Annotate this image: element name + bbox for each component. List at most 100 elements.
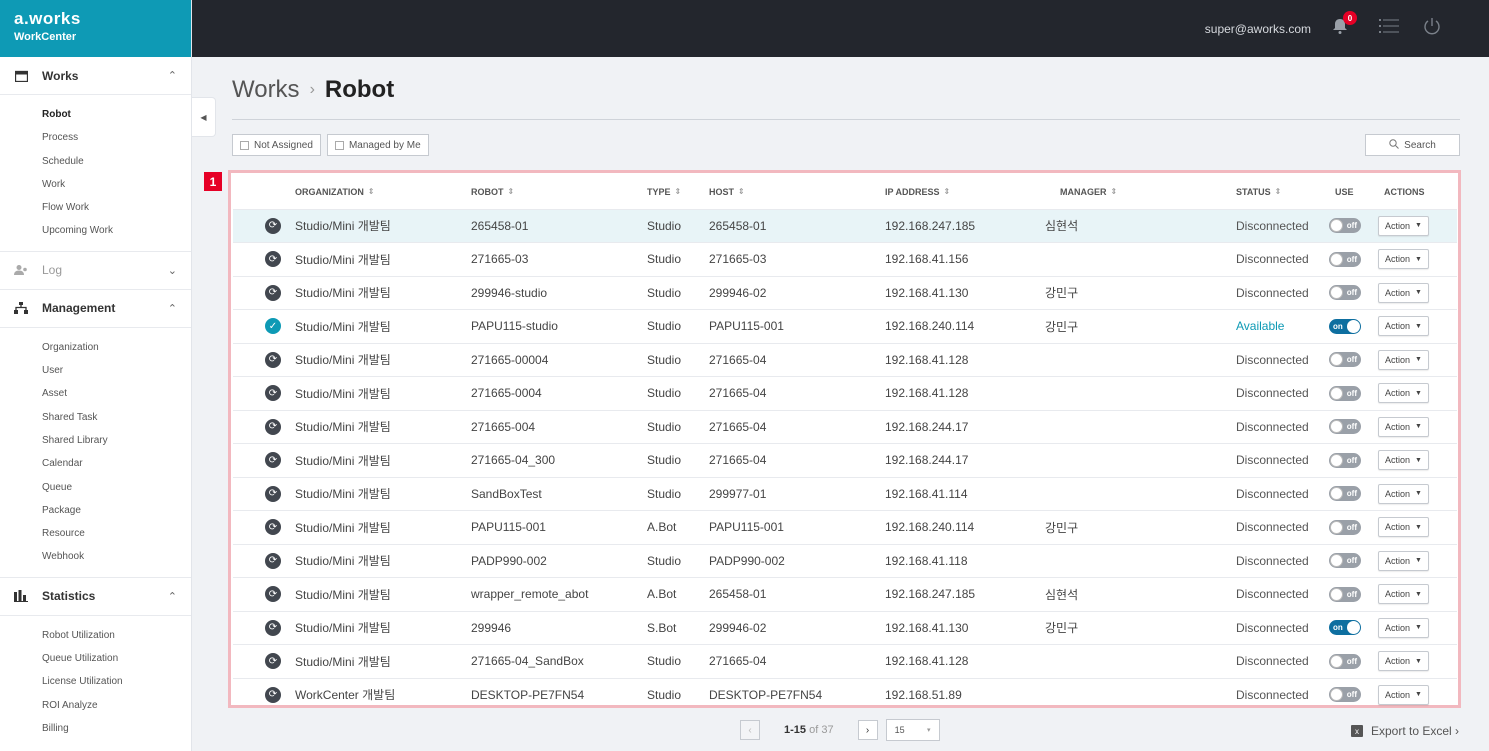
status-icon-cell: ⟳: [265, 377, 281, 410]
header-status[interactable]: STATUS ⇕: [1236, 175, 1281, 209]
sidebar-item[interactable]: Queue Utilization: [0, 647, 191, 670]
action-dropdown-button[interactable]: Action ▼: [1378, 316, 1429, 337]
action-dropdown-button[interactable]: Action ▼: [1378, 550, 1429, 571]
action-dropdown-button[interactable]: Action ▼: [1378, 617, 1429, 638]
header-robot[interactable]: ROBOT ⇕: [471, 175, 514, 209]
use-toggle[interactable]: off: [1329, 218, 1361, 234]
checkbox[interactable]: [240, 140, 249, 150]
use-toggle[interactable]: off: [1329, 519, 1361, 535]
use-toggle[interactable]: off: [1329, 352, 1361, 368]
use-toggle[interactable]: off: [1329, 653, 1361, 669]
table-row[interactable]: ⟳ Studio/Mini 개발팀 SandBoxTest Studio 299977-…: [233, 476, 1457, 511]
sidebar-item[interactable]: Robot Utilization: [0, 624, 191, 647]
use-toggle[interactable]: off: [1329, 285, 1361, 301]
sidebar-item[interactable]: Schedule: [0, 150, 191, 173]
sidebar-item[interactable]: Resource: [0, 522, 191, 545]
action-dropdown-button[interactable]: Action ▼: [1378, 684, 1429, 705]
sidebar-item[interactable]: Process: [0, 126, 191, 149]
not-assigned-filter[interactable]: Not Assigned: [232, 134, 321, 156]
header-host[interactable]: HOST ⇕: [709, 175, 745, 209]
table-row[interactable]: ⟳ Studio/Mini 개발팀 PADP990-002 Studio PADP990…: [233, 543, 1457, 578]
sidebar-item[interactable]: Flow Work: [0, 196, 191, 219]
action-dropdown-button[interactable]: Action ▼: [1378, 383, 1429, 404]
export-to-excel-link[interactable]: x Export to Excel ›: [1350, 724, 1459, 738]
power-icon[interactable]: [1423, 17, 1441, 40]
sidebar-item[interactable]: ROI Analyze: [0, 694, 191, 717]
sidebar-section-management[interactable]: Management ⌃: [0, 290, 191, 328]
sidebar-item[interactable]: User: [0, 359, 191, 382]
action-dropdown-button[interactable]: Action ▼: [1378, 215, 1429, 236]
sidebar-item[interactable]: Work: [0, 173, 191, 196]
table-row[interactable]: ⟳ Studio/Mini 개발팀 271665-00004 Studio 271665…: [233, 342, 1457, 377]
sidebar-section-works[interactable]: Works ⌃: [0, 57, 191, 95]
header-organization[interactable]: ORGANIZATION ⇕: [295, 175, 375, 209]
table-row[interactable]: ⟳ Studio/Mini 개발팀 271665-03 Studio 271665-03…: [233, 242, 1457, 276]
table-row[interactable]: ⟳ Studio/Mini 개발팀 PAPU115-001 A.Bot PAPU115-…: [233, 510, 1457, 544]
table-row[interactable]: ✓ Studio/Mini 개발팀 PAPU115-studio Studio PAPU…: [233, 309, 1457, 343]
page-size-select[interactable]: 15 ▾: [885, 719, 940, 741]
status-icon-cell: ⟳: [265, 277, 281, 310]
managed-by-me-filter[interactable]: Managed by Me: [326, 134, 429, 156]
sidebar-item[interactable]: Package: [0, 499, 191, 522]
header-type[interactable]: TYPE ⇕: [647, 175, 681, 209]
action-dropdown-button[interactable]: Action ▼: [1378, 349, 1429, 370]
action-dropdown-button[interactable]: Action ▼: [1378, 416, 1429, 437]
user-email[interactable]: super@aworks.com: [1205, 22, 1311, 36]
notification-bell-icon[interactable]: 0: [1333, 11, 1357, 39]
table-row[interactable]: ⟳ Studio/Mini 개발팀 271665-04_300 Studio 27166…: [233, 443, 1457, 477]
header-ip-address[interactable]: IP ADDRESS ⇕: [885, 175, 950, 209]
sidebar-item[interactable]: Billing: [0, 717, 191, 740]
sidebar-item[interactable]: Asset: [0, 382, 191, 405]
action-dropdown-button[interactable]: Action ▼: [1378, 517, 1429, 538]
search-button[interactable]: Search: [1365, 134, 1460, 156]
sidebar-item[interactable]: Queue: [0, 476, 191, 499]
sidebar-item[interactable]: Shared Task: [0, 406, 191, 429]
action-dropdown-button[interactable]: Action ▼: [1378, 249, 1429, 270]
sidebar-item[interactable]: Upcoming Work: [0, 219, 191, 242]
action-dropdown-button[interactable]: Action ▼: [1378, 651, 1429, 672]
use-toggle[interactable]: off: [1329, 385, 1361, 401]
action-dropdown-button[interactable]: Action ▼: [1378, 483, 1429, 504]
table-row[interactable]: ⟳ Studio/Mini 개발팀 299946-studio Studio 29994…: [233, 275, 1457, 310]
use-toggle[interactable]: off: [1329, 251, 1361, 267]
table-row[interactable]: ⟳ Studio/Mini 개발팀 271665-0004 Studio 271665-…: [233, 376, 1457, 410]
toggle-label: on: [1333, 321, 1343, 331]
sidebar-section-statistics[interactable]: Statistics ⌃: [0, 578, 191, 616]
use-toggle[interactable]: off: [1329, 687, 1361, 703]
table-row[interactable]: ⟳ Studio/Mini 개발팀 wrapper_remote_abot A.Bot…: [233, 577, 1457, 611]
table-row[interactable]: ⟳ WorkCenter 개발팀 DESKTOP-PE7FN54 Studio DESK…: [233, 677, 1457, 712]
action-dropdown-button[interactable]: Action ▼: [1378, 282, 1429, 303]
use-toggle[interactable]: off: [1329, 486, 1361, 502]
use-toggle[interactable]: off: [1329, 553, 1361, 569]
sidebar-item[interactable]: Webhook: [0, 545, 191, 568]
table-row[interactable]: ⟳ Studio/Mini 개발팀 271665-04_SandBox Studio 2…: [233, 644, 1457, 678]
disconnected-link-icon: ⟳: [265, 485, 281, 502]
action-dropdown-button[interactable]: Action ▼: [1378, 584, 1429, 605]
header-manager[interactable]: MANAGER ⇕: [1060, 175, 1117, 209]
use-toggle[interactable]: off: [1329, 586, 1361, 602]
checkbox[interactable]: [334, 140, 344, 150]
sidebar-collapse-button[interactable]: ◀: [192, 97, 216, 137]
brand[interactable]: a.works WorkCenter: [0, 0, 191, 57]
cell-host: 271665-04: [709, 654, 767, 669]
prev-page-button[interactable]: ‹: [740, 720, 760, 740]
sidebar-item[interactable]: Robot: [0, 103, 191, 126]
breadcrumb-parent[interactable]: Works: [232, 76, 300, 104]
sidebar-item[interactable]: License Utilization: [0, 670, 191, 693]
use-toggle[interactable]: off: [1329, 452, 1361, 468]
use-toggle[interactable]: on: [1329, 318, 1361, 334]
sidebar-section-log[interactable]: Log ⌄: [0, 252, 191, 290]
cell-status: Disconnected: [1236, 218, 1309, 233]
table-row[interactable]: ⟳ Studio/Mini 개발팀 299946 S.Bot 299946-02 192.…: [233, 610, 1457, 645]
list-menu-icon[interactable]: [1379, 18, 1399, 39]
sidebar-item[interactable]: Calendar: [0, 452, 191, 475]
use-toggle[interactable]: off: [1329, 419, 1361, 435]
table-row[interactable]: ⟳ Studio/Mini 개발팀 271665-004 Studio 271665-0…: [233, 409, 1457, 444]
use-toggle[interactable]: on: [1329, 620, 1361, 636]
sidebar-item[interactable]: Organization: [0, 336, 191, 359]
cell-status: Disconnected: [1236, 654, 1309, 669]
table-row[interactable]: ⟳ Studio/Mini 개발팀 265458-01 Studio 265458-01…: [233, 208, 1457, 242]
sidebar-item[interactable]: Shared Library: [0, 429, 191, 452]
next-page-button[interactable]: ›: [857, 720, 878, 740]
action-dropdown-button[interactable]: Action ▼: [1378, 450, 1429, 471]
